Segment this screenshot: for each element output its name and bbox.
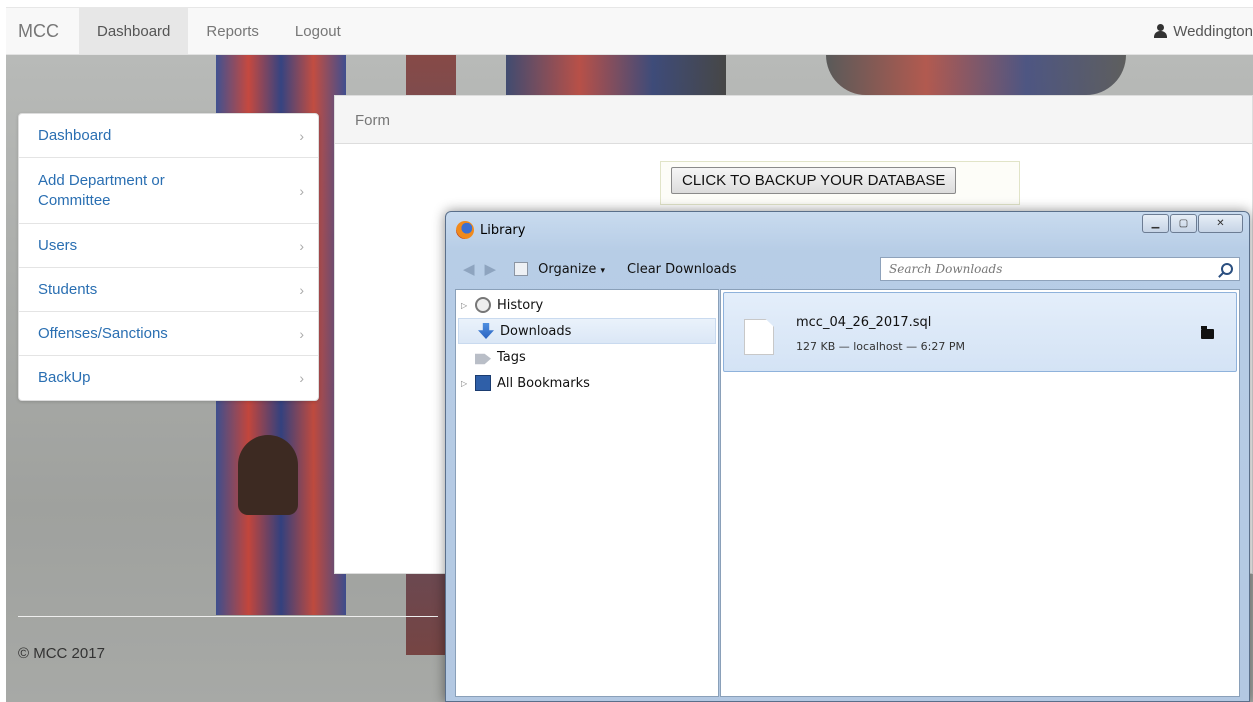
history-icon (475, 297, 491, 313)
file-icon (744, 319, 774, 355)
search-placeholder: Search Downloads (889, 262, 1003, 276)
footer-divider (18, 616, 438, 617)
close-button[interactable]: ✕ (1198, 214, 1243, 233)
window-title: Library (480, 222, 526, 238)
minimize-button[interactable]: ▁ (1142, 214, 1169, 233)
chevron-right-icon: › (299, 237, 304, 254)
window-controls: ▁ ▢ ✕ (1142, 214, 1243, 233)
clear-downloads-button[interactable]: Clear Downloads (627, 262, 737, 277)
window-title-bar[interactable]: Library (456, 221, 525, 239)
expand-arrow-icon[interactable]: ▷ (461, 301, 469, 310)
back-arrow-icon[interactable]: ◀ (463, 260, 475, 278)
backup-database-button[interactable]: CLICK TO BACKUP YOUR DATABASE (671, 167, 957, 194)
footer-copyright: © MCC 2017 (18, 645, 105, 662)
sidebar-item-add-department[interactable]: Add Department or Committee › (19, 158, 318, 224)
organize-label: Organize (538, 261, 597, 277)
organize-menu[interactable]: Organize ▾ (538, 262, 605, 277)
tree-item-label: History (497, 297, 544, 313)
background-flag (506, 55, 726, 95)
tree-item-history[interactable]: ▷ History (456, 292, 718, 318)
tree-item-label: Downloads (500, 323, 572, 339)
maximize-button[interactable]: ▢ (1170, 214, 1197, 233)
sidebar-item-backup[interactable]: BackUp › (19, 356, 318, 400)
library-window: Library ▁ ▢ ✕ ◀ ▶ Organize ▾ Clear Downl… (445, 211, 1250, 702)
user-icon (1154, 24, 1168, 38)
tree-item-all-bookmarks[interactable]: ▷ All Bookmarks (456, 370, 718, 396)
user-name: Weddington (1173, 22, 1253, 40)
open-folder-icon[interactable] (1201, 326, 1214, 339)
bookmarks-icon (475, 375, 491, 391)
download-item[interactable]: mcc_04_26_2017.sql 127 KB — localhost — … (723, 292, 1237, 372)
sidebar-item-label: Students (38, 280, 98, 298)
firefox-icon (456, 221, 474, 239)
sidebar-item-dashboard[interactable]: Dashboard › (19, 114, 318, 158)
downloads-icon (478, 323, 494, 339)
library-tree: ▷ History Downloads Tags ▷ All Bookmarks (455, 289, 719, 697)
sidebar-item-label: Users (38, 236, 78, 254)
tree-item-label: Tags (497, 349, 526, 365)
background-person (238, 435, 298, 515)
sidebar-item-users[interactable]: Users › (19, 224, 318, 268)
tree-item-downloads[interactable]: Downloads (458, 318, 716, 344)
tree-item-tags[interactable]: Tags (456, 344, 718, 370)
user-menu[interactable]: Weddington (1154, 8, 1253, 54)
background-flag (826, 55, 1126, 95)
library-toolbar: ◀ ▶ Organize ▾ Clear Downloads Search Do… (455, 252, 1240, 286)
sidebar: Dashboard › Add Department or Committee … (18, 113, 319, 401)
backup-form: CLICK TO BACKUP YOUR DATABASE (660, 161, 1020, 205)
top-navbar: MCC Dashboard Reports Logout Weddington (6, 7, 1253, 55)
sidebar-item-label: Add Department or Committee (38, 171, 165, 209)
brand-link[interactable]: MCC (6, 8, 79, 54)
search-icon[interactable] (1221, 263, 1233, 275)
chevron-right-icon: › (299, 370, 304, 386)
sidebar-item-label: Offenses/Sanctions (38, 324, 168, 342)
tags-icon (475, 353, 491, 365)
dropdown-arrow-icon: ▾ (600, 265, 606, 276)
nav-reports[interactable]: Reports (188, 8, 277, 54)
sidebar-item-label: BackUp (38, 369, 91, 386)
download-filename: mcc_04_26_2017.sql (796, 315, 932, 330)
chevron-right-icon: › (299, 127, 304, 144)
chevron-right-icon: › (299, 182, 304, 199)
organize-icon (514, 262, 529, 276)
forward-arrow-icon[interactable]: ▶ (485, 260, 497, 278)
nav-logout[interactable]: Logout (277, 8, 359, 54)
nav-dashboard[interactable]: Dashboard (79, 8, 189, 54)
chevron-right-icon: › (299, 325, 304, 342)
search-downloads-input[interactable]: Search Downloads (880, 257, 1240, 281)
sidebar-item-label: Dashboard (38, 126, 112, 144)
panel-heading: Form (335, 96, 1252, 144)
expand-arrow-icon[interactable]: ▷ (461, 379, 469, 388)
sidebar-item-students[interactable]: Students › (19, 268, 318, 312)
download-meta: 127 KB — localhost — 6:27 PM (796, 340, 965, 353)
tree-item-label: All Bookmarks (497, 375, 590, 391)
chevron-right-icon: › (299, 281, 304, 298)
downloads-list: mcc_04_26_2017.sql 127 KB — localhost — … (720, 289, 1240, 697)
sidebar-item-offenses[interactable]: Offenses/Sanctions › (19, 312, 318, 356)
